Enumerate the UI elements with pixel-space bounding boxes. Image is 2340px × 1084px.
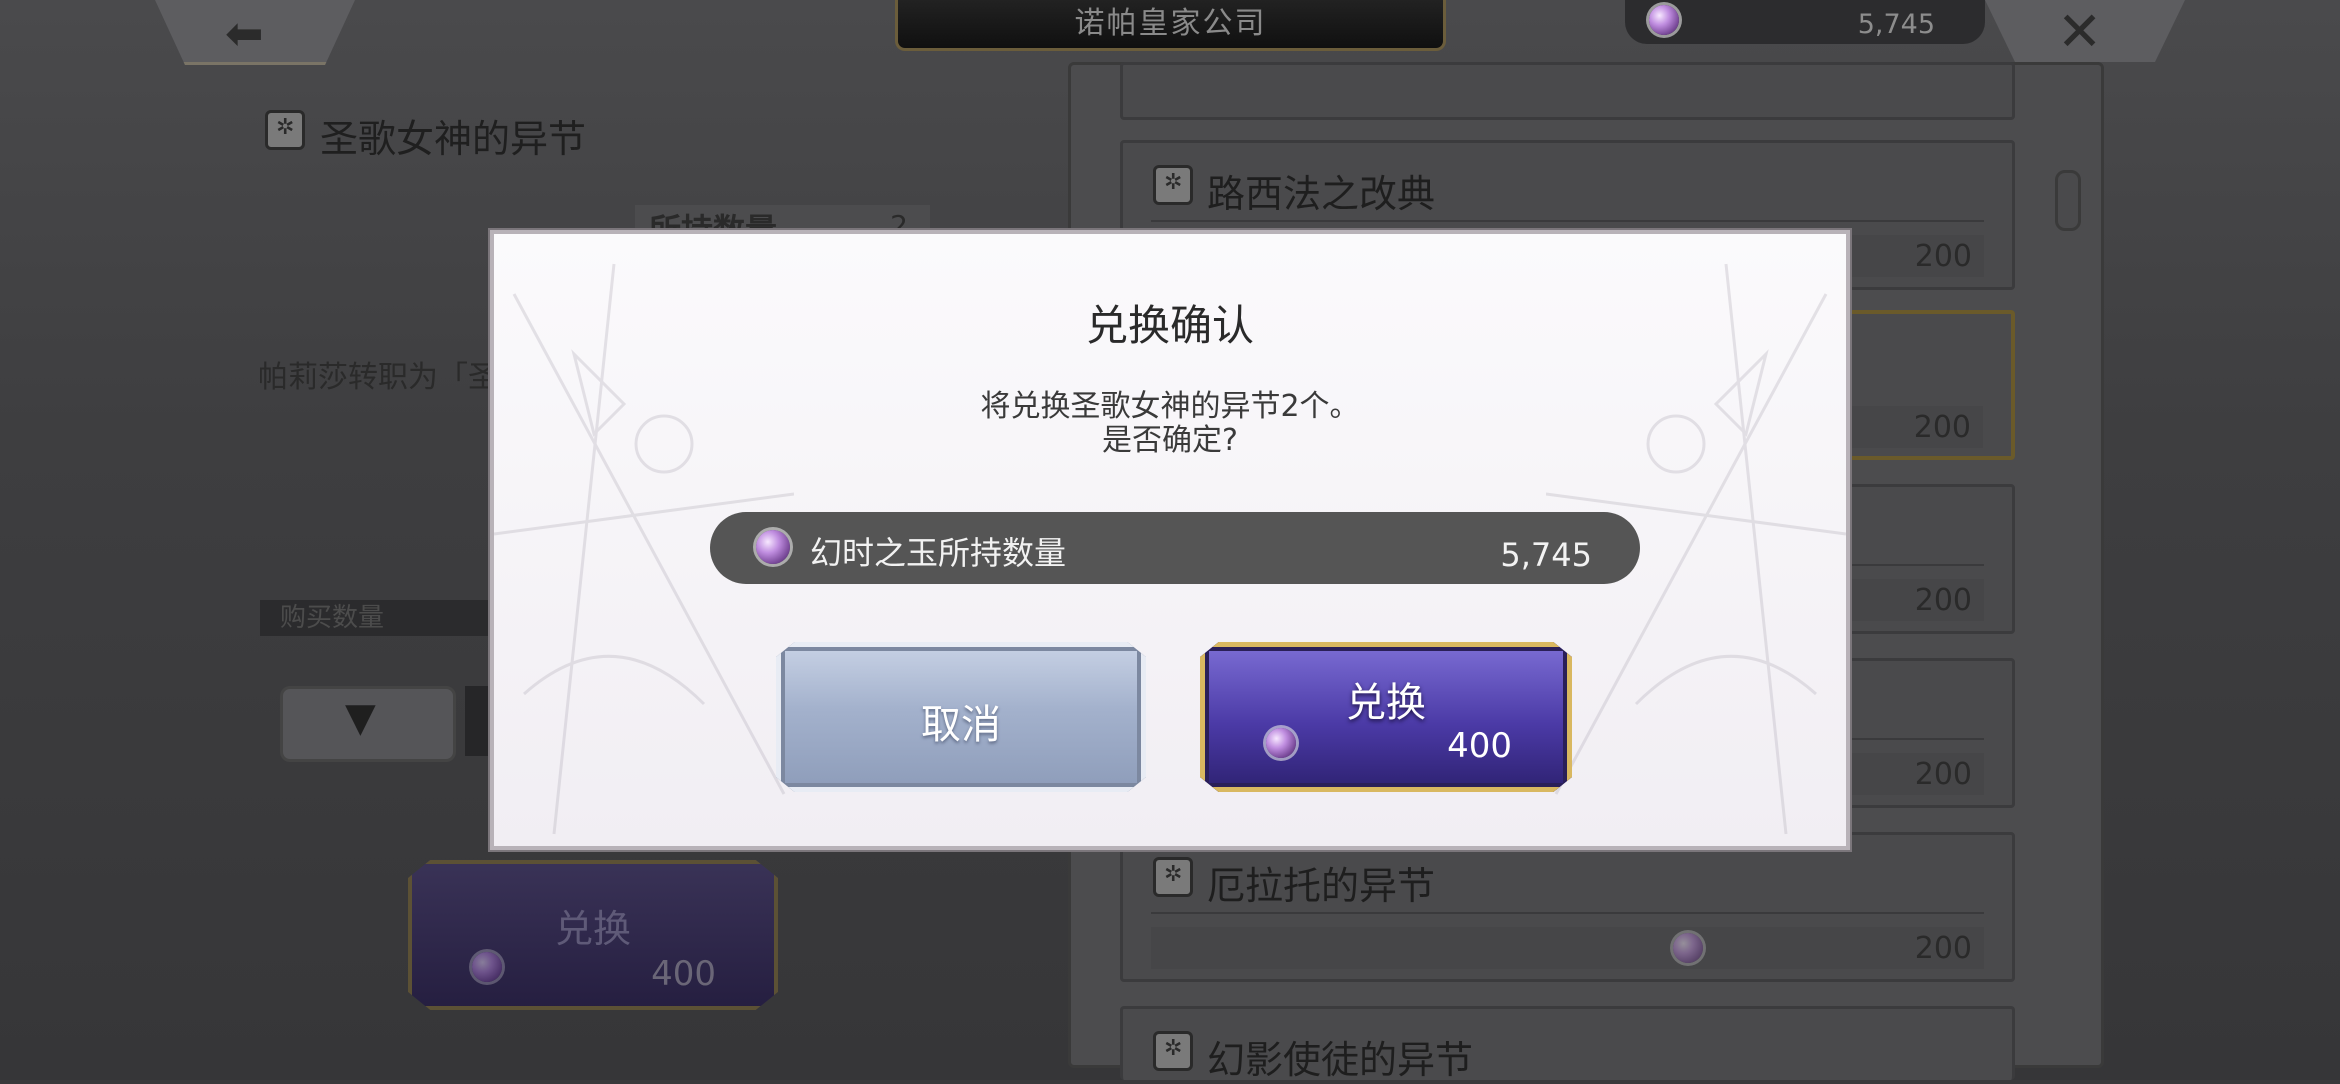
currency-owned-value: 5,745 <box>1500 536 1592 574</box>
gem-icon <box>1673 933 1703 963</box>
confirm-price: 400 <box>1447 726 1512 766</box>
cancel-button[interactable]: 取消 <box>776 642 1146 792</box>
buy-quantity-label: 购买数量 <box>260 600 500 636</box>
confirm-label: 兑换 <box>1346 680 1426 726</box>
gem-icon <box>1266 728 1296 758</box>
dialog-message-line1: 将兑换圣歌女神的异节2个。 <box>980 389 1360 424</box>
chevron-down-icon: ▼ <box>345 695 376 741</box>
list-item-partial[interactable] <box>1120 62 2015 120</box>
confirm-exchange-button[interactable]: 兑换 400 <box>1200 642 1572 792</box>
price-bar <box>1151 927 1984 969</box>
exchange-label: 兑换 <box>554 907 631 951</box>
back-button[interactable]: ⬅ <box>155 0 355 65</box>
item-description: 帕莉莎转职为「圣 <box>258 360 498 395</box>
top-bar: ⬅ 诺帕皇家公司 5,745 ✕ <box>0 0 2340 65</box>
quantity-decrease-button[interactable]: ▼ <box>280 686 456 762</box>
currency-owned-label: 幻时之玉所持数量 <box>810 534 1067 572</box>
book-icon <box>1153 857 1193 897</box>
back-arrow-icon: ⬅ <box>225 6 264 60</box>
exchange-confirm-dialog: 兑换确认 将兑换圣歌女神的异节2个。 是否确定? 幻时之玉所持数量 5,745 … <box>490 230 1850 850</box>
gem-icon <box>472 952 502 982</box>
list-item[interactable]: 厄拉托的异节 200 <box>1120 832 2015 982</box>
book-icon <box>265 110 305 150</box>
divider <box>1151 220 1984 222</box>
scrollbar-thumb[interactable] <box>2055 170 2081 231</box>
exchange-price: 400 <box>651 954 716 994</box>
book-icon <box>1153 165 1193 205</box>
close-icon: ✕ <box>2057 0 2103 63</box>
gem-icon <box>1649 5 1679 35</box>
cancel-label: 取消 <box>921 702 1001 748</box>
gem-icon <box>756 530 790 564</box>
list-item-price: 200 <box>1914 931 1972 966</box>
list-item-price: 200 <box>1914 239 1972 274</box>
list-item-price: 200 <box>1914 757 1972 792</box>
dialog-title: 兑换确认 <box>1085 301 1254 350</box>
list-item-name: 厄拉托的异节 <box>1207 864 1436 908</box>
dialog-message-line2: 是否确定? <box>1102 423 1238 458</box>
list-item-price: 200 <box>1914 583 1972 618</box>
item-title: 圣歌女神的异节 <box>320 117 587 161</box>
dialog-message: 将兑换圣歌女神的异节2个。 是否确定? <box>494 390 1846 458</box>
currency-display: 5,745 <box>1625 0 1985 44</box>
list-item-name: 幻影使徒的异节 <box>1207 1038 1474 1082</box>
list-item-name: 路西法之改典 <box>1207 172 1436 216</box>
list-item[interactable]: 幻影使徒的异节 <box>1120 1006 2015 1082</box>
currency-value: 5,745 <box>1857 9 1935 40</box>
currency-owned-bar: 幻时之玉所持数量 5,745 <box>710 512 1640 584</box>
list-item-price: 200 <box>1913 410 1971 445</box>
exchange-button-background[interactable]: 兑换 400 <box>408 860 778 1010</box>
divider <box>1151 912 1984 914</box>
close-button[interactable]: ✕ <box>1985 0 2185 62</box>
book-icon <box>1153 1031 1193 1071</box>
shop-title: 诺帕皇家公司 <box>895 0 1446 51</box>
